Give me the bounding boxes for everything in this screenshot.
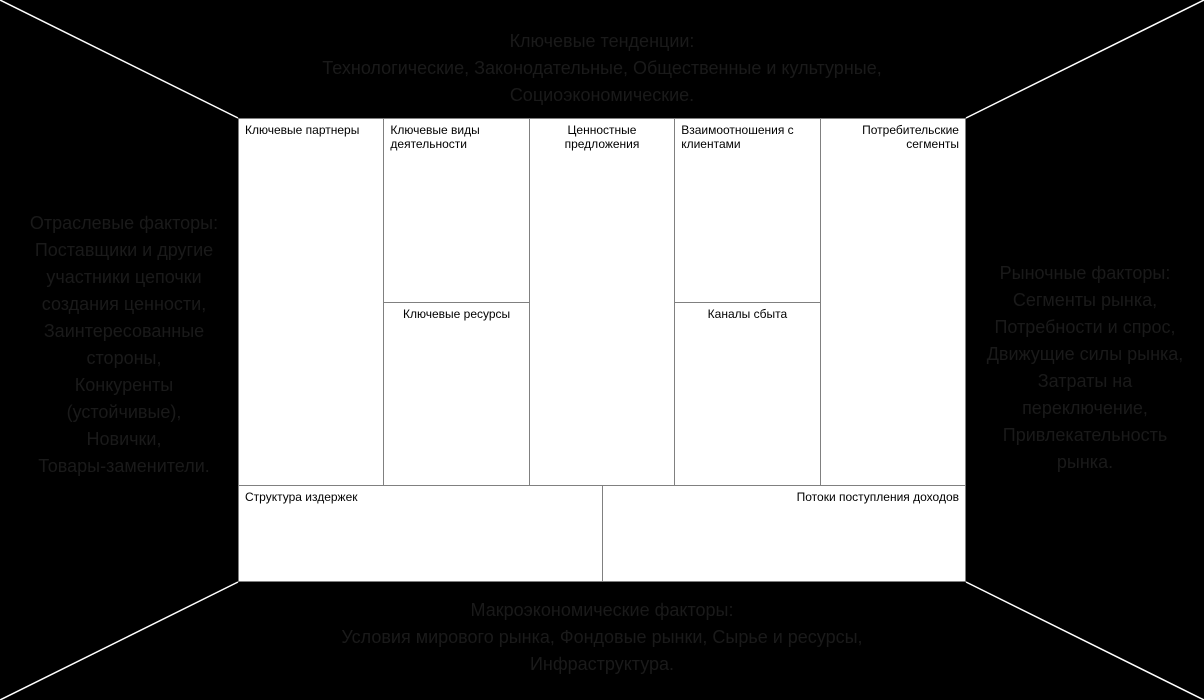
left-industry-line: Конкуренты	[24, 372, 224, 399]
top-trends-block: Ключевые тенденции: Технологические, Зак…	[0, 28, 1204, 109]
cell-key-resources: Ключевые ресурсы	[384, 303, 529, 487]
cell-revenue-streams: Потоки поступления доходов	[603, 486, 967, 582]
bottom-macro-title: Макроэкономические факторы:	[0, 597, 1204, 624]
cell-value-propositions: Ценностные предложения	[530, 119, 675, 486]
label-key-activities: Ключевые виды деятельности	[390, 123, 522, 152]
left-industry-line: участники цепочки	[24, 264, 224, 291]
left-industry-line: Новички,	[24, 426, 224, 453]
left-industry-line: создания ценности,	[24, 291, 224, 318]
top-trends-line: Технологические, Законодательные, Общест…	[0, 55, 1204, 82]
top-trends-line: Социоэкономические.	[0, 82, 1204, 109]
cell-key-partners: Ключевые партнеры	[239, 119, 384, 486]
label-revenue-streams: Потоки поступления доходов	[609, 490, 960, 504]
left-industry-line: Заинтересованные	[24, 318, 224, 345]
cell-key-activities: Ключевые виды деятельности	[384, 119, 529, 303]
top-trends-title: Ключевые тенденции:	[0, 28, 1204, 55]
right-market-line: Привлекательность рынка.	[974, 422, 1196, 476]
cell-cost-structure: Структура издержек	[239, 486, 603, 582]
right-market-line: Сегменты рынка,	[974, 287, 1196, 314]
right-market-line: переключение,	[974, 395, 1196, 422]
label-customer-relationships: Взаимоотношения с клиентами	[681, 123, 813, 152]
left-industry-line: (устойчивые),	[24, 399, 224, 426]
label-customer-segments: Потребительские сегменты	[827, 123, 959, 152]
label-value-propositions: Ценностные предложения	[536, 123, 668, 152]
right-market-line: Потребности и спрос,	[974, 314, 1196, 341]
right-market-title: Рыночные факторы:	[974, 260, 1196, 287]
left-industry-line: Товары-заменители.	[24, 453, 224, 480]
left-industry-line: стороны,	[24, 345, 224, 372]
environment-frame: Ключевые тенденции: Технологические, Зак…	[0, 0, 1204, 700]
left-industry-title: Отраслевые факторы:	[24, 210, 224, 237]
bottom-macro-line: Инфраструктура.	[0, 651, 1204, 678]
label-channels: Каналы сбыта	[681, 307, 813, 321]
label-key-partners: Ключевые партнеры	[245, 123, 377, 137]
bottom-macro-line: Условия мирового рынка, Фондовые рынки, …	[0, 624, 1204, 651]
left-industry-line: Поставщики и другие	[24, 237, 224, 264]
cell-customer-segments: Потребительские сегменты	[821, 119, 966, 486]
cell-channels: Каналы сбыта	[675, 303, 820, 487]
label-key-resources: Ключевые ресурсы	[390, 307, 522, 321]
label-cost-structure: Структура издержек	[245, 490, 596, 504]
right-market-block: Рыночные факторы: Сегменты рынка, Потреб…	[974, 260, 1196, 476]
business-model-canvas: Ключевые партнеры Ключевые виды деятельн…	[238, 118, 966, 582]
left-industry-block: Отраслевые факторы: Поставщики и другие …	[24, 210, 224, 480]
right-market-line: Затраты на	[974, 368, 1196, 395]
cell-customer-relationships: Взаимоотношения с клиентами	[675, 119, 820, 303]
bottom-macro-block: Макроэкономические факторы: Условия миро…	[0, 597, 1204, 678]
right-market-line: Движущие силы рынка,	[974, 341, 1196, 368]
